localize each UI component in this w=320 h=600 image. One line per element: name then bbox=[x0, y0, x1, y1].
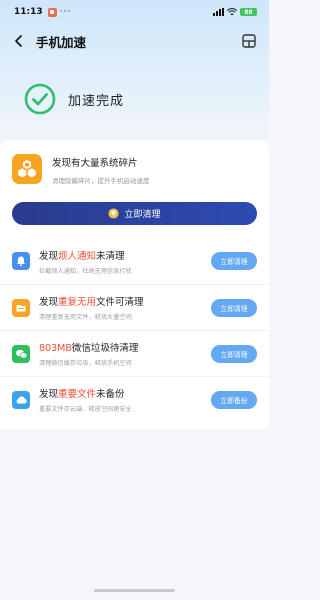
task-subtitle: 清理重复无用文件，释放大量空间 bbox=[39, 314, 132, 321]
result-area: 加速完成 bbox=[24, 83, 124, 115]
bell-icon bbox=[12, 252, 30, 270]
task-list: 发现烦人通知未清理 拦截烦人通知，杜绝无用信息打扰 立即清理 发现重复无用文件可… bbox=[0, 238, 269, 422]
header: 手机加速 bbox=[0, 28, 269, 54]
back-arrow-icon[interactable] bbox=[12, 32, 30, 50]
task-action-button[interactable]: 立即备份 bbox=[211, 390, 257, 409]
status-more-dots: ··· bbox=[59, 7, 72, 17]
task-title: 803MB微信垃圾待清理 bbox=[39, 343, 139, 354]
signal-icon bbox=[213, 8, 224, 16]
folder-icon bbox=[12, 298, 30, 317]
result-text: 加速完成 bbox=[68, 93, 125, 109]
layout-grid-icon[interactable] bbox=[241, 33, 257, 49]
task-highlight: 重要文件 bbox=[58, 389, 97, 400]
clean-now-label: 立即清理 bbox=[124, 210, 161, 220]
wifi-icon bbox=[227, 8, 237, 16]
status-right-group: 88 bbox=[213, 8, 257, 16]
task-highlight: 烦人通知 bbox=[58, 250, 97, 262]
found-title: 发现有大量系统碎片 bbox=[52, 158, 138, 169]
found-subtitle: 清理隐藏碎片，提升手机启动速度 bbox=[52, 177, 150, 185]
task-subtitle: 清理微信缓存垃圾，释放手机空间 bbox=[39, 360, 132, 367]
task-subtitle: 拦截烦人通知，杜绝无用信息打扰 bbox=[39, 267, 132, 275]
honeycomb-icon bbox=[12, 154, 42, 184]
page-title: 手机加速 bbox=[36, 34, 87, 50]
status-time: 11:13 bbox=[14, 7, 43, 17]
main-card: 发现有大量系统碎片 清理隐藏碎片，提升手机启动速度 立即清理 发现烦人通知未清理… bbox=[0, 140, 269, 429]
task-subtitle: 重要文件存云端，释放空间更安全 bbox=[39, 406, 132, 413]
diamond-icon bbox=[108, 208, 120, 219]
task-row-duplicate-files: 发现重复无用文件可清理 清理重复无用文件，释放大量空间 立即清理 bbox=[0, 284, 269, 330]
task-row-cloud-backup: 发现重要文件未备份 重要文件存云端，释放空间更安全 立即备份 bbox=[0, 376, 269, 422]
task-title: 发现烦人通知未清理 bbox=[39, 250, 125, 262]
task-highlight: 重复无用 bbox=[58, 297, 97, 308]
task-highlight: 803MB bbox=[39, 343, 72, 354]
check-circle-icon bbox=[24, 83, 56, 115]
clean-now-button[interactable]: 立即清理 bbox=[12, 202, 257, 225]
found-fragments-row: 发现有大量系统碎片 清理隐藏碎片，提升手机启动速度 bbox=[12, 154, 150, 185]
app-notification-icon bbox=[47, 7, 57, 17]
task-title: 发现重要文件未备份 bbox=[39, 389, 125, 400]
cloud-icon bbox=[12, 390, 30, 409]
task-title: 发现重复无用文件可清理 bbox=[39, 297, 144, 308]
home-indicator[interactable] bbox=[94, 589, 175, 592]
task-row-wechat: 803MB微信垃圾待清理 清理微信缓存垃圾，释放手机空间 立即清理 bbox=[0, 330, 269, 376]
battery-icon: 88 bbox=[240, 8, 257, 16]
task-action-button[interactable]: 立即清理 bbox=[211, 344, 257, 363]
task-action-button[interactable]: 立即清理 bbox=[211, 252, 257, 270]
status-bar: 11:13 ··· 88 bbox=[0, 0, 269, 24]
task-row-notifications: 发现烦人通知未清理 拦截烦人通知，杜绝无用信息打扰 立即清理 bbox=[0, 238, 269, 284]
task-action-button[interactable]: 立即清理 bbox=[211, 298, 257, 317]
wechat-icon bbox=[12, 344, 30, 363]
